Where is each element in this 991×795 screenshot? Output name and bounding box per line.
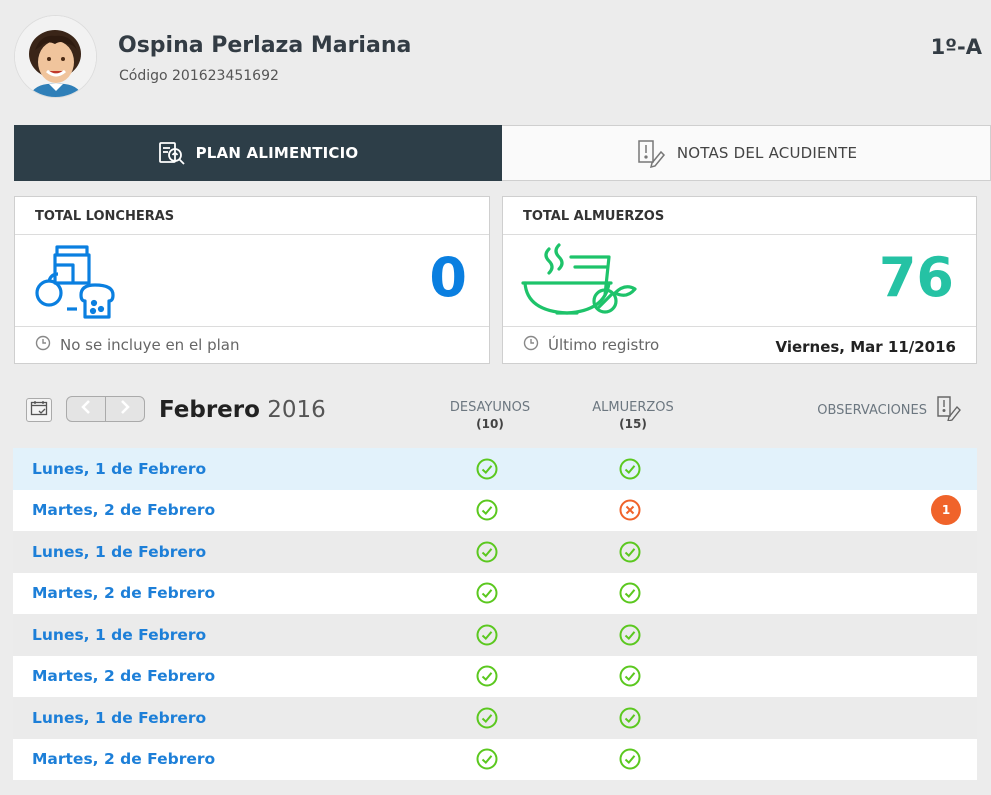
column-observaciones: OBSERVACIONES: [817, 395, 963, 425]
total-almuerzos-value: 76: [878, 246, 954, 309]
ultimo-registro-label: Último registro: [548, 336, 660, 354]
lunchbox-icon: [31, 243, 121, 327]
check-circle-icon: [619, 624, 641, 646]
note-edit-icon: [635, 138, 667, 168]
column-almuerzos: ALMUERZOS (15): [588, 399, 678, 433]
chevron-left-icon: [80, 399, 92, 420]
prev-month-button[interactable]: [67, 397, 105, 421]
check-circle-icon: [619, 541, 641, 563]
tab-notas-acudiente-label: NOTAS DEL ACUDIENTE: [676, 144, 858, 162]
check-circle-icon: [619, 707, 641, 729]
card-foot: No se incluye en el plan: [15, 327, 489, 363]
column-desayunos: DESAYUNOS (10): [445, 399, 535, 433]
total-loncheras-value: 0: [429, 246, 467, 309]
student-code: Código 201623451692: [119, 68, 279, 84]
meal-bowl-icon: [519, 243, 639, 327]
check-circle-icon: [619, 665, 641, 687]
column-desayunos-label: DESAYUNOS: [449, 400, 531, 415]
student-name: Ospina Perlaza Mariana: [118, 33, 412, 58]
student-avatar: [15, 16, 96, 97]
check-circle-icon: [619, 748, 641, 770]
table-row[interactable]: Lunes, 1 de Febrero: [13, 448, 977, 490]
chevron-right-icon: [119, 399, 131, 420]
check-circle-icon: [476, 748, 498, 770]
student-grade: 1º-A: [930, 35, 982, 59]
calendar-button[interactable]: [26, 398, 52, 422]
card-title: TOTAL ALMUERZOS: [503, 197, 976, 235]
loncheras-note: No se incluye en el plan: [60, 336, 240, 354]
main-tabs: PLAN ALIMENTICIO NOTAS DEL ACUDIENTE: [14, 125, 991, 181]
month-title: Febrero 2016: [159, 397, 326, 423]
column-almuerzos-count: (15): [619, 417, 647, 431]
column-almuerzos-label: ALMUERZOS: [592, 400, 674, 415]
clock-icon: [35, 335, 51, 355]
card-body: 0: [15, 235, 489, 327]
table-row[interactable]: Lunes, 1 de Febrero: [13, 697, 977, 739]
student-header: Ospina Perlaza Mariana Código 2016234516…: [0, 0, 991, 110]
row-date-link[interactable]: Lunes, 1 de Febrero: [32, 543, 206, 561]
note-edit-icon: [935, 395, 963, 425]
row-date-link[interactable]: Martes, 2 de Febrero: [32, 584, 215, 602]
row-date-link[interactable]: Lunes, 1 de Febrero: [32, 709, 206, 727]
column-observaciones-label: OBSERVACIONES: [817, 402, 927, 418]
check-circle-icon: [476, 458, 498, 480]
clock-icon: [523, 335, 539, 355]
check-circle-icon: [476, 499, 498, 521]
month-toolbar: Febrero 2016 DESAYUNOS (10) ALMUERZOS (1…: [13, 390, 977, 438]
table-row[interactable]: Lunes, 1 de Febrero: [13, 531, 977, 573]
check-circle-icon: [476, 582, 498, 604]
card-body: 76: [503, 235, 976, 327]
table-row[interactable]: Martes, 2 de Febrero: [13, 655, 977, 697]
check-circle-icon: [476, 541, 498, 563]
calendar-check-icon: [30, 400, 48, 420]
tab-notas-acudiente[interactable]: NOTAS DEL ACUDIENTE: [502, 125, 991, 181]
tab-plan-alimenticio[interactable]: PLAN ALIMENTICIO: [14, 125, 502, 181]
check-circle-icon: [476, 665, 498, 687]
table-row[interactable]: Lunes, 1 de Febrero: [13, 614, 977, 656]
row-date-link[interactable]: Martes, 2 de Febrero: [32, 750, 215, 768]
card-total-loncheras: TOTAL LONCHERAS 0 No se incluye en el pl…: [14, 196, 490, 364]
card-title: TOTAL LONCHERAS: [15, 197, 489, 235]
x-circle-icon: [619, 499, 641, 521]
meal-plan-icon: [158, 140, 186, 166]
observation-count-badge[interactable]: 1: [931, 495, 961, 526]
check-circle-icon: [476, 624, 498, 646]
row-date-link[interactable]: Martes, 2 de Febrero: [32, 667, 215, 685]
column-desayunos-count: (10): [476, 417, 504, 431]
meal-log-list: Lunes, 1 de Febrero Martes, 2 de Febrero 1…: [13, 448, 977, 780]
card-foot: Último registro Viernes, Mar 11/2016: [503, 327, 976, 363]
table-row[interactable]: Martes, 2 de Febrero: [13, 572, 977, 614]
row-date-link[interactable]: Lunes, 1 de Febrero: [32, 626, 206, 644]
row-date-link[interactable]: Lunes, 1 de Febrero: [32, 460, 206, 478]
check-circle-icon: [619, 458, 641, 480]
row-date-link[interactable]: Martes, 2 de Febrero: [32, 501, 215, 519]
month-year: 2016: [267, 397, 326, 423]
month-name: Febrero: [159, 397, 260, 423]
table-row[interactable]: Martes, 2 de Febrero 1: [13, 489, 977, 531]
ultimo-registro-date: Viernes, Mar 11/2016: [775, 338, 956, 356]
tab-plan-alimenticio-label: PLAN ALIMENTICIO: [195, 144, 359, 162]
month-nav: [66, 396, 145, 422]
check-circle-icon: [476, 707, 498, 729]
table-row[interactable]: Martes, 2 de Febrero: [13, 738, 977, 780]
check-circle-icon: [619, 582, 641, 604]
card-total-almuerzos: TOTAL ALMUERZOS 76 Último registro Viern…: [502, 196, 977, 364]
next-month-button[interactable]: [105, 397, 144, 421]
